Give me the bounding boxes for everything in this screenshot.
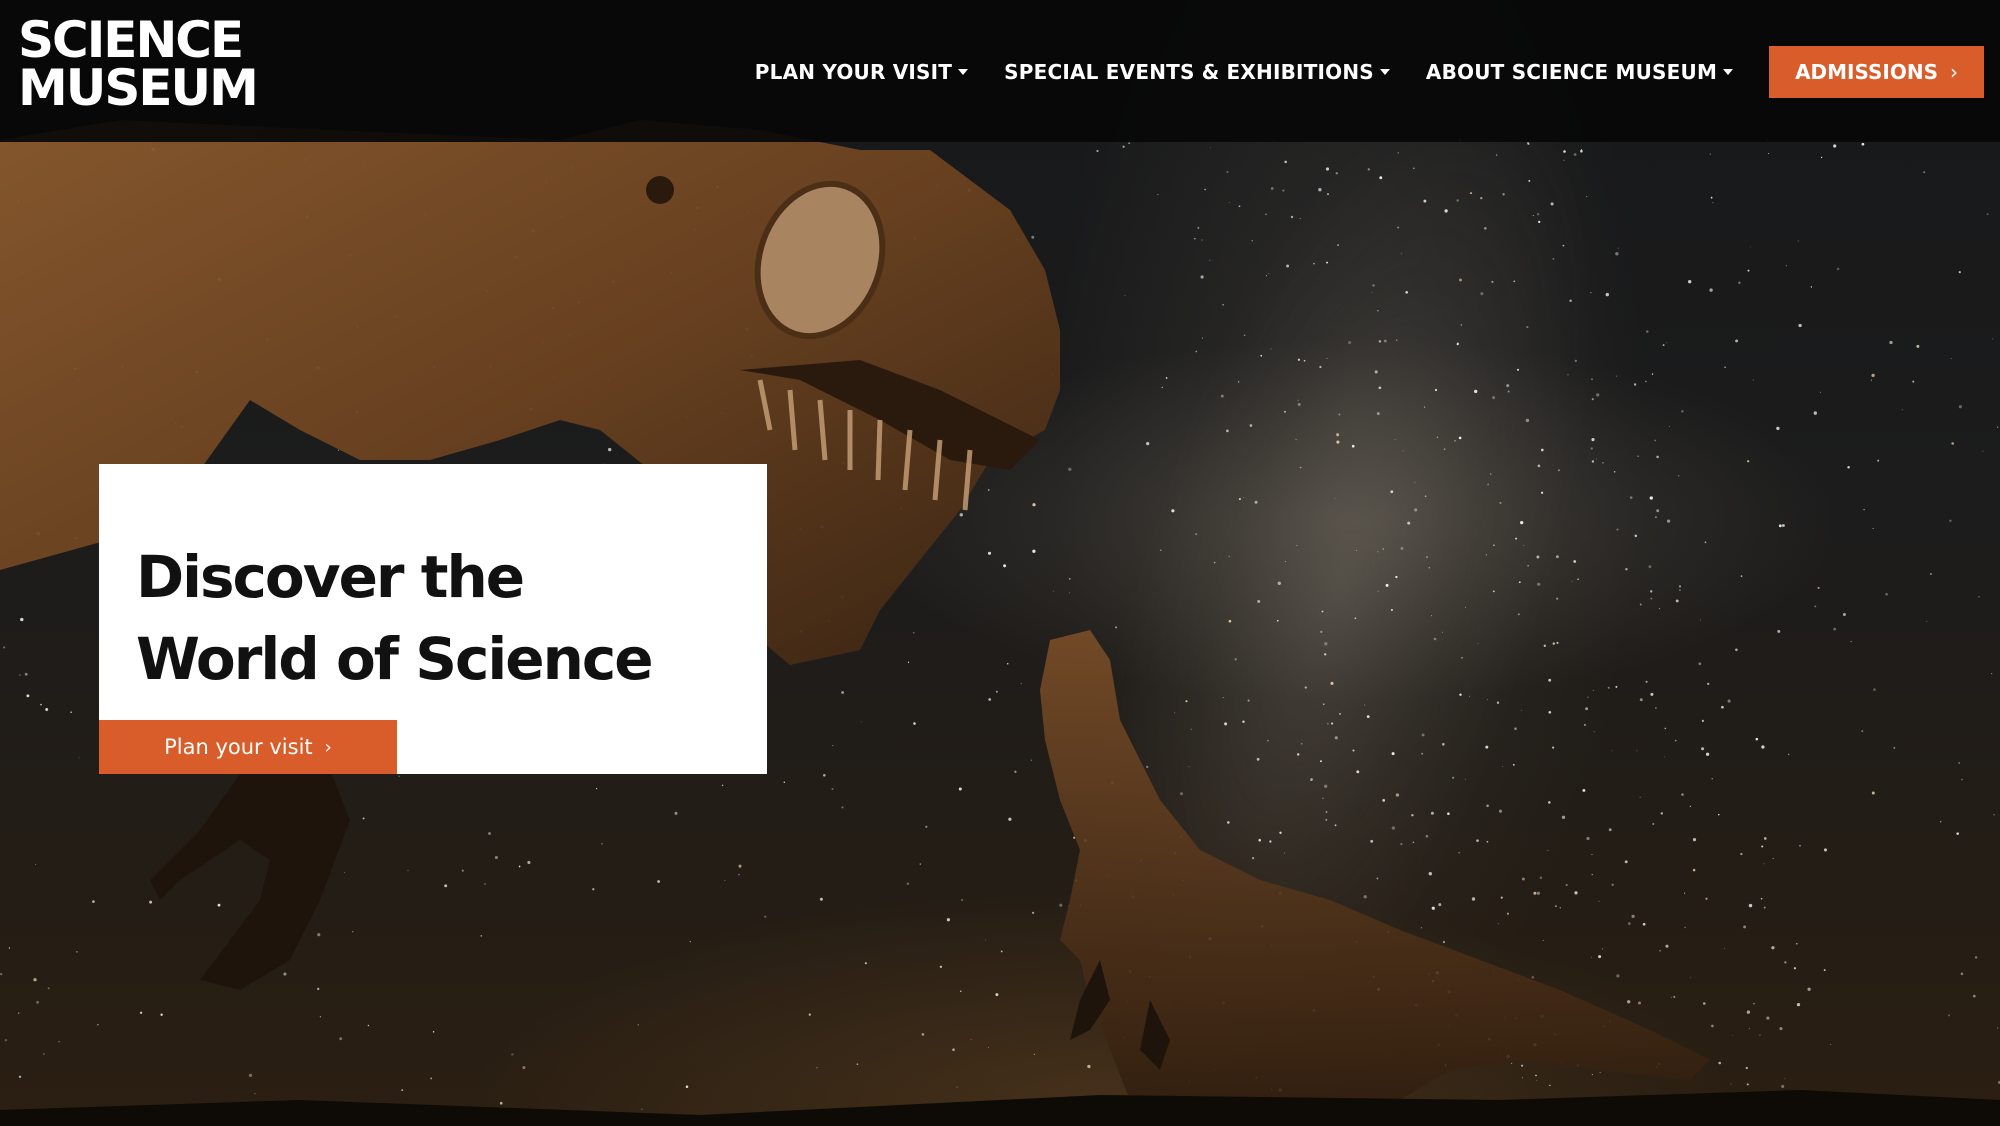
nav-item-label: SPECIAL EVENTS & EXHIBITIONS	[1004, 60, 1374, 84]
caret-down-icon	[1723, 69, 1734, 75]
main-nav: PLAN YOUR VISIT SPECIAL EVENTS & EXHIBIT…	[755, 46, 2000, 98]
chevron-right-icon: ›	[1950, 60, 1958, 84]
logo-line-2: MUSEUM	[18, 59, 259, 117]
page: SCIENCE MUSEUM PLAN YOUR VISIT SPECIAL E…	[0, 0, 2000, 1126]
admissions-button[interactable]: ADMISSIONS ›	[1769, 46, 1984, 98]
site-header: SCIENCE MUSEUM PLAN YOUR VISIT SPECIAL E…	[0, 0, 2000, 142]
nav-item-about[interactable]: ABOUT SCIENCE MUSEUM	[1425, 60, 1734, 84]
large-dinosaur-claw	[150, 760, 350, 990]
caret-down-icon	[1379, 69, 1390, 75]
admissions-label: ADMISSIONS	[1795, 60, 1938, 84]
hero-card: Discover the World of Science Plan your …	[99, 464, 767, 774]
nav-item-label: PLAN YOUR VISIT	[754, 60, 953, 84]
nav-item-plan-your-visit[interactable]: PLAN YOUR VISIT	[754, 60, 969, 84]
hero-headline-line-2: World of Science	[136, 625, 654, 693]
hero-headline: Discover the World of Science	[136, 536, 736, 700]
logo-line-1: SCIENCE	[18, 11, 244, 69]
nav-item-special-events[interactable]: SPECIAL EVENTS & EXHIBITIONS	[1004, 60, 1390, 84]
hero-headline-line-1: Discover the	[136, 543, 525, 611]
plan-your-visit-button[interactable]: Plan your visit ›	[99, 720, 397, 774]
ground-silhouette	[0, 1090, 2000, 1126]
science-museum-logo[interactable]: SCIENCE MUSEUM	[18, 11, 259, 117]
caret-down-icon	[958, 69, 969, 75]
chevron-right-icon: ›	[324, 736, 332, 758]
cta-label: Plan your visit	[164, 735, 313, 759]
nav-item-label: ABOUT SCIENCE MUSEUM	[1425, 60, 1718, 84]
small-dinosaur	[1040, 630, 1710, 1126]
